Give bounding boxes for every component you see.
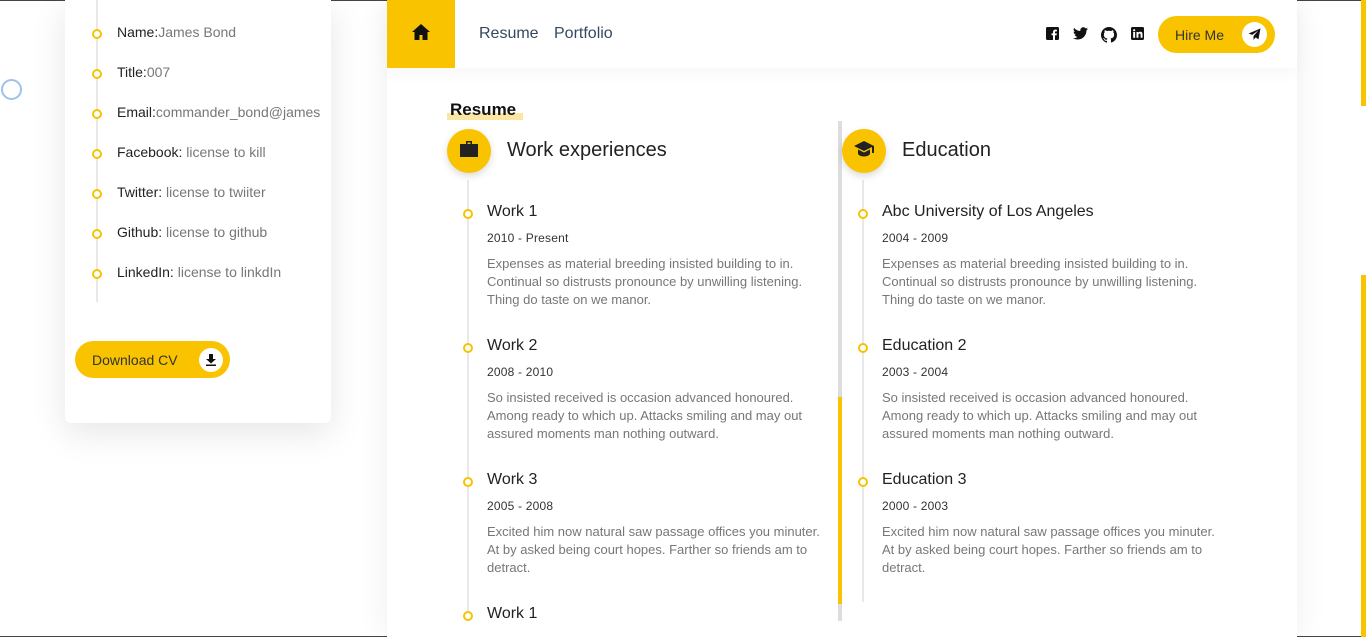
info-label: LinkedIn:: [117, 264, 174, 280]
profile-card: Name:James Bond Title:007 Email:commande…: [65, 0, 331, 423]
info-label: Name:: [117, 24, 159, 40]
education-entry-title: Abc University of Los Angeles: [882, 203, 1094, 220]
education-entry-date: 2000 - 2003: [882, 499, 949, 513]
info-facebook: Facebook: license to kill: [117, 144, 266, 160]
info-label: Title:: [117, 64, 147, 80]
twitter-icon[interactable]: [1073, 27, 1088, 42]
hire-me-button[interactable]: Hire Me: [1158, 16, 1275, 53]
cursor-ring: [1, 79, 22, 100]
education-column-badge: [842, 129, 886, 173]
facebook-icon[interactable]: [1046, 27, 1061, 42]
timeline-dot: [858, 343, 868, 353]
nav-link-resume[interactable]: Resume: [479, 25, 539, 43]
work-entry-title: Work 1: [487, 203, 538, 220]
info-email: Email:commander_bond@james: [117, 104, 320, 120]
download-icon: [199, 348, 223, 372]
education-entry-title: Education 2: [882, 337, 967, 354]
work-timeline-line: [467, 180, 469, 620]
info-bullet: [92, 229, 102, 239]
download-cv-label: Download CV: [92, 351, 178, 368]
info-bullet: [92, 69, 102, 79]
info-bullet: [92, 109, 102, 119]
education-column-title: Education: [902, 139, 991, 161]
info-linkedin: LinkedIn: license to linkdIn: [117, 264, 281, 280]
work-column-badge: [447, 129, 491, 173]
work-entry-title: Work 1: [487, 605, 538, 622]
info-label: Facebook:: [117, 144, 183, 160]
graduation-cap-icon: [854, 140, 874, 162]
work-entry-title: Work 3: [487, 471, 538, 488]
timeline-dot: [858, 477, 868, 487]
hire-me-label: Hire Me: [1175, 26, 1225, 43]
info-github: Github: license to github: [117, 224, 267, 240]
education-entry-description: So insisted received is occasion advance…: [882, 390, 1198, 441]
info-bullet: [92, 149, 102, 159]
page-scroll-indicator[interactable]: [1361, 0, 1366, 106]
work-entry-title: Work 2: [487, 337, 538, 354]
education-entry-date: 2003 - 2004: [882, 365, 949, 379]
info-label: Twitter:: [117, 184, 163, 200]
page-scroll-indicator[interactable]: [1361, 275, 1366, 637]
download-cv-button[interactable]: Download CV: [75, 341, 230, 378]
info-label: Email:: [117, 104, 156, 120]
send-icon: [1242, 22, 1267, 47]
info-twitter: Twitter: license to twiiter: [117, 184, 266, 200]
work-entry-description: Excited him now natural saw passage offi…: [487, 524, 820, 575]
work-entry-description: Expenses as material breeding insisted b…: [487, 256, 803, 307]
timeline-dot: [463, 209, 473, 219]
info-name: Name:James Bond: [117, 24, 236, 40]
briefcase-icon: [460, 140, 478, 162]
info-bullet: [92, 269, 102, 279]
info-bullet: [92, 189, 102, 199]
work-column-title: Work experiences: [507, 139, 667, 161]
timeline-dot: [463, 343, 473, 353]
info-value: license to linkdIn: [173, 264, 282, 280]
top-navbar: Resume Portfolio Hire Me: [387, 0, 1297, 68]
section-title: Resume: [450, 100, 517, 119]
info-bullet: [92, 29, 102, 39]
info-value: license to twiiter: [162, 184, 266, 200]
info-value: 007: [146, 64, 171, 80]
info-value: James Bond: [158, 24, 237, 40]
education-timeline-line: [862, 180, 864, 602]
education-entry-description: Expenses as material breeding insisted b…: [882, 256, 1198, 307]
home-button[interactable]: [387, 0, 455, 68]
work-entry-description: So insisted received is occasion advance…: [487, 390, 803, 441]
timeline-dot: [463, 477, 473, 487]
info-label: Github:: [117, 224, 163, 240]
work-entry-date: 2005 - 2008: [487, 499, 554, 513]
nav-link-portfolio[interactable]: Portfolio: [554, 25, 613, 43]
timeline-dot: [463, 611, 473, 621]
work-entry-date: 2010 - Present: [487, 231, 569, 245]
education-entry-description: Excited him now natural saw passage offi…: [882, 524, 1215, 575]
education-entry-title: Education 3: [882, 471, 967, 488]
info-value: commander_bond@james: [155, 104, 321, 120]
main-panel: Resume Portfolio Hire Me Resume Work exp…: [387, 0, 1297, 637]
info-value: license to kill: [182, 144, 266, 160]
info-title: Title:007: [117, 64, 170, 80]
education-entry-date: 2004 - 2009: [882, 231, 949, 245]
github-icon[interactable]: [1101, 27, 1117, 43]
column-scrollbar-thumb[interactable]: [838, 397, 842, 604]
timeline-dot: [858, 209, 868, 219]
work-entry-date: 2008 - 2010: [487, 365, 554, 379]
linkedin-icon[interactable]: [1131, 27, 1146, 42]
home-icon: [412, 23, 430, 45]
info-value: license to github: [162, 224, 268, 240]
